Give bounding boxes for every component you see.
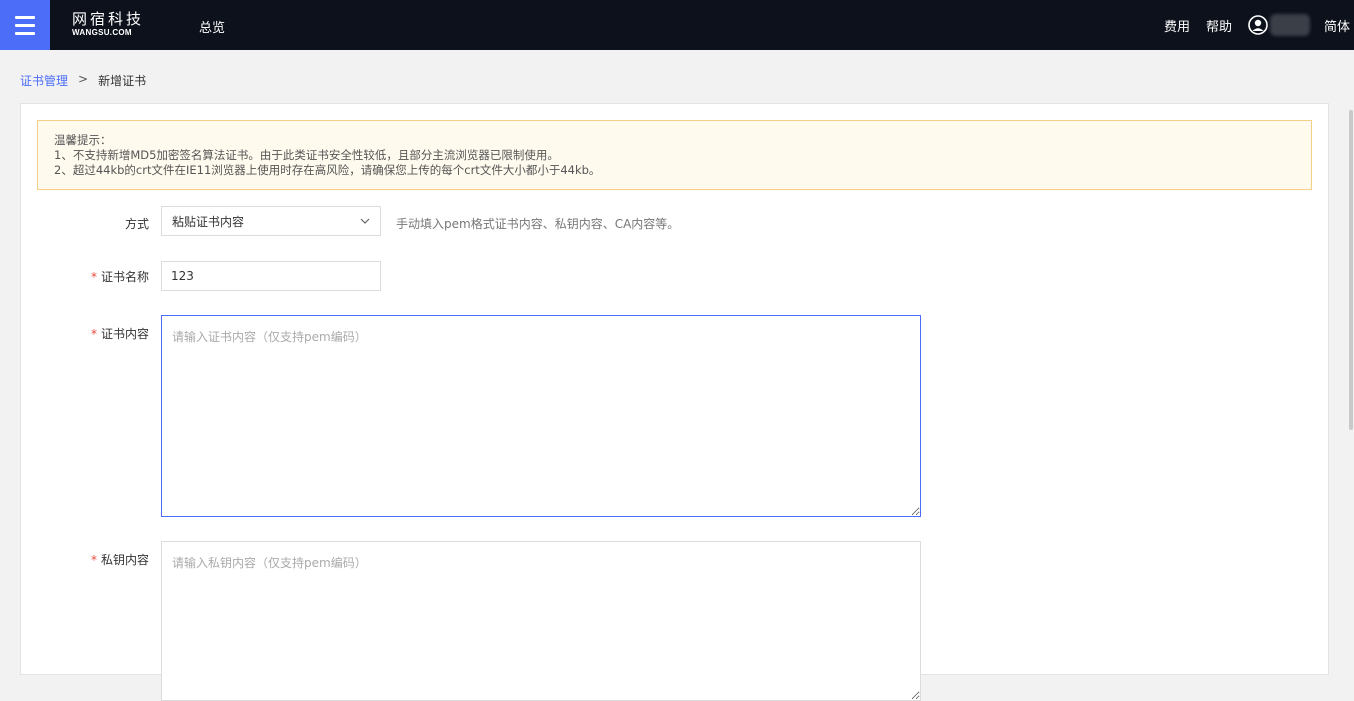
wangsu-logo[interactable]: 网宿科技 WANGSU.COM (72, 11, 144, 38)
chevron-down-icon (360, 218, 370, 224)
method-select[interactable]: 粘贴证书内容 (161, 206, 381, 236)
logo-text-cn: 网宿科技 (72, 10, 145, 28)
language-switch[interactable]: 简体 (1324, 16, 1350, 35)
warning-notice: 温馨提示： 1、不支持新增MD5加密签名算法证书。由于此类证书安全性较低，且部分… (37, 120, 1312, 190)
fees-link[interactable]: 费用 (1164, 16, 1190, 35)
cert-name-label: * 证书名称 (90, 270, 149, 284)
breadcrumb: 证书管理 > 新增证书 (20, 72, 146, 89)
notice-line-2: 2、超过44kb的crt文件在IE11浏览器上使用时存在高风险，请确保您上传的每… (54, 163, 601, 177)
method-label: 方式 (124, 217, 149, 231)
breadcrumb-cert-management[interactable]: 证书管理 (20, 72, 68, 89)
notice-title: 温馨提示： (54, 133, 112, 147)
hamburger-menu-icon[interactable] (0, 0, 50, 50)
cert-content-textarea[interactable] (161, 315, 921, 517)
private-key-textarea[interactable] (161, 541, 921, 701)
username-blurred[interactable] (1269, 14, 1310, 36)
required-mark: * (90, 553, 97, 567)
scrollbar-thumb[interactable] (1349, 110, 1353, 430)
top-right-actions: 费用 帮助 简体 (1164, 0, 1354, 50)
breadcrumb-separator: > (78, 72, 89, 86)
page-scrollbar[interactable] (1348, 50, 1354, 657)
required-mark: * (90, 270, 97, 284)
cert-content-label: * 证书内容 (90, 327, 149, 341)
notice-line-1: 1、不支持新增MD5加密签名算法证书。由于此类证书安全性较低，且部分主流浏览器已… (54, 148, 559, 162)
logo-text-en: WANGSU.COM (72, 28, 132, 37)
required-mark: * (90, 327, 97, 341)
user-avatar-icon[interactable] (1248, 15, 1268, 35)
private-key-label: * 私钥内容 (90, 553, 149, 567)
method-hint: 手动填入pem格式证书内容、私钥内容、CA内容等。 (396, 217, 680, 231)
breadcrumb-current: 新增证书 (98, 74, 147, 88)
help-link[interactable]: 帮助 (1206, 16, 1232, 35)
add-certificate-panel: 温馨提示： 1、不支持新增MD5加密签名算法证书。由于此类证书安全性较低，且部分… (20, 103, 1329, 701)
method-select-value: 粘贴证书内容 (172, 214, 245, 229)
nav-overview[interactable]: 总览 (199, 17, 225, 36)
top-navbar: 网宿科技 WANGSU.COM 总览 费用 帮助 简体 (0, 0, 1354, 50)
cert-name-input[interactable] (161, 261, 381, 291)
